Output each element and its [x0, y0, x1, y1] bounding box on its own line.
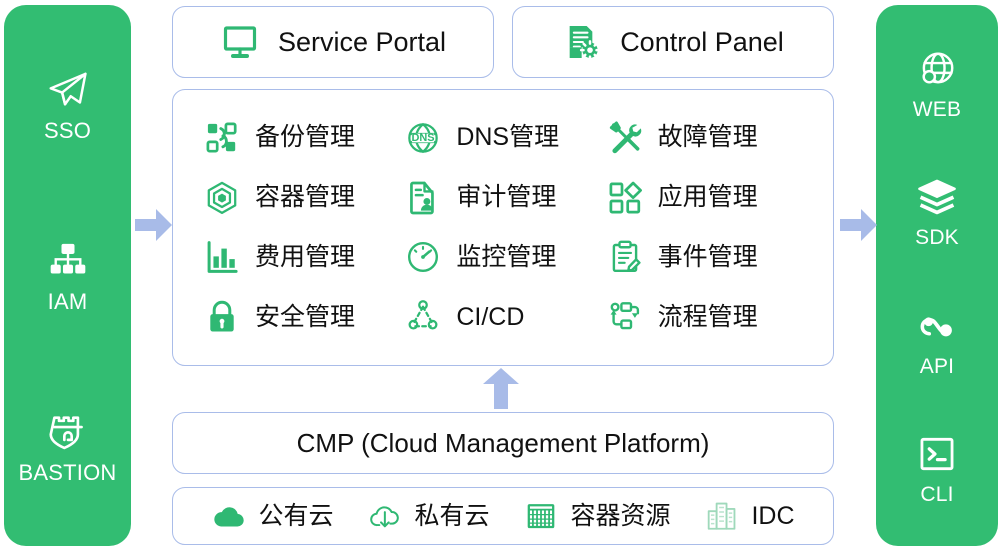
rail-item-label: BASTION [18, 460, 117, 485]
feature-monitoring-management[interactable]: 监控管理 [404, 238, 605, 276]
rail-item-api[interactable]: API [876, 303, 998, 377]
feature-event-management[interactable]: 事件管理 [606, 238, 807, 276]
card-resources: 公有云 私有云 容器资源 IDC [172, 487, 834, 545]
arrow-up-icon [481, 367, 521, 414]
feature-fault-management[interactable]: 故障管理 [606, 119, 807, 157]
terminal-icon [914, 431, 960, 477]
lock-icon [203, 298, 241, 336]
bar-chart-icon [203, 238, 241, 276]
feature-label: 故障管理 [657, 123, 758, 152]
resource-container[interactable]: 容器资源 [523, 498, 670, 534]
feature-application-management[interactable]: 应用管理 [606, 179, 807, 217]
feature-workflow-management[interactable]: 流程管理 [606, 298, 807, 336]
feature-backup-management[interactable]: 备份管理 [203, 119, 404, 157]
resource-label: 容器资源 [570, 501, 671, 530]
rail-item-label: API [919, 354, 955, 378]
clipboard-edit-icon [606, 238, 644, 276]
backup-transfer-icon [203, 119, 241, 157]
buildings-icon [704, 498, 740, 534]
audit-document-icon [404, 179, 442, 217]
rail-item-iam[interactable]: IAM [4, 238, 131, 313]
feature-label: 安全管理 [255, 302, 356, 331]
org-chart-icon [45, 238, 91, 284]
wrench-screwdriver-icon [606, 119, 644, 157]
monitor-icon [220, 22, 260, 62]
feature-dns-management[interactable]: DNS DNS管理 [404, 119, 605, 157]
workflow-icon [606, 298, 644, 336]
resource-idc[interactable]: IDC [704, 498, 795, 534]
rail-item-sso[interactable]: SSO [4, 67, 131, 142]
feature-security-management[interactable]: 安全管理 [203, 298, 404, 336]
cmp-title: CMP (Cloud Management Platform) [296, 427, 710, 458]
feature-cost-management[interactable]: 费用管理 [203, 238, 404, 276]
layers-icon [914, 174, 960, 220]
rail-item-label: SDK [915, 226, 959, 250]
feature-label: 费用管理 [255, 242, 356, 271]
rail-item-sdk[interactable]: SDK [876, 174, 998, 248]
feature-label: 容器管理 [255, 183, 356, 212]
rail-item-label: CLI [920, 482, 954, 506]
right-access-rail: WEB SDK API CLI [876, 5, 998, 546]
arrow-right-icon-left [135, 207, 173, 248]
rail-item-bastion[interactable]: BASTION [4, 409, 131, 484]
feature-label: 事件管理 [657, 242, 758, 271]
api-link-icon [914, 303, 960, 349]
resource-private-cloud[interactable]: 私有云 [367, 498, 489, 534]
cicd-nodes-icon [404, 298, 442, 336]
feature-container-management[interactable]: 容器管理 [203, 179, 404, 217]
app-squares-icon [606, 179, 644, 217]
feature-label: 监控管理 [456, 242, 557, 271]
feature-label: 应用管理 [657, 183, 758, 212]
feature-cicd[interactable]: CI/CD [404, 298, 605, 336]
document-gear-icon [562, 22, 602, 62]
rail-item-cli[interactable]: CLI [876, 431, 998, 505]
card-control-panel[interactable]: Control Panel [512, 6, 834, 78]
feature-audit-management[interactable]: 审计管理 [404, 179, 605, 217]
card-title: Service Portal [277, 26, 447, 57]
globe-icon [914, 46, 960, 92]
resource-label: IDC [751, 501, 795, 530]
dns-globe-icon: DNS [404, 119, 442, 157]
cloud-filled-icon [211, 498, 247, 534]
feature-label: CI/CD [456, 302, 525, 331]
gauge-icon [404, 238, 442, 276]
svg-text:DNS: DNS [412, 132, 435, 144]
feature-label: 流程管理 [657, 302, 758, 331]
feature-label: DNS管理 [456, 123, 560, 152]
rail-item-label: IAM [47, 289, 88, 314]
rail-item-label: WEB [912, 98, 962, 122]
resource-label: 私有云 [414, 501, 490, 530]
card-cmp[interactable]: CMP (Cloud Management Platform) [172, 412, 834, 474]
resource-label: 公有云 [258, 501, 334, 530]
cloud-download-icon [367, 498, 403, 534]
shield-castle-icon [45, 409, 91, 455]
paper-plane-icon [45, 67, 91, 113]
container-grid-icon [523, 498, 559, 534]
resource-public-cloud[interactable]: 公有云 [211, 498, 333, 534]
feature-grid-panel: 备份管理 DNS DNS管理 故障管理 容器管理 审计管理 应用管理 费用管理 … [172, 89, 834, 366]
diagram-canvas: SSO IAM BASTION WEB SDK API CLI Service … [0, 0, 1002, 551]
arrow-right-icon-right [840, 207, 878, 248]
feature-label: 审计管理 [456, 183, 557, 212]
left-identity-rail: SSO IAM BASTION [4, 5, 131, 546]
feature-label: 备份管理 [255, 123, 356, 152]
card-service-portal[interactable]: Service Portal [172, 6, 494, 78]
rail-item-web[interactable]: WEB [876, 46, 998, 120]
container-hexagon-icon [203, 179, 241, 217]
rail-item-label: SSO [43, 118, 92, 143]
card-title: Control Panel [620, 26, 784, 57]
